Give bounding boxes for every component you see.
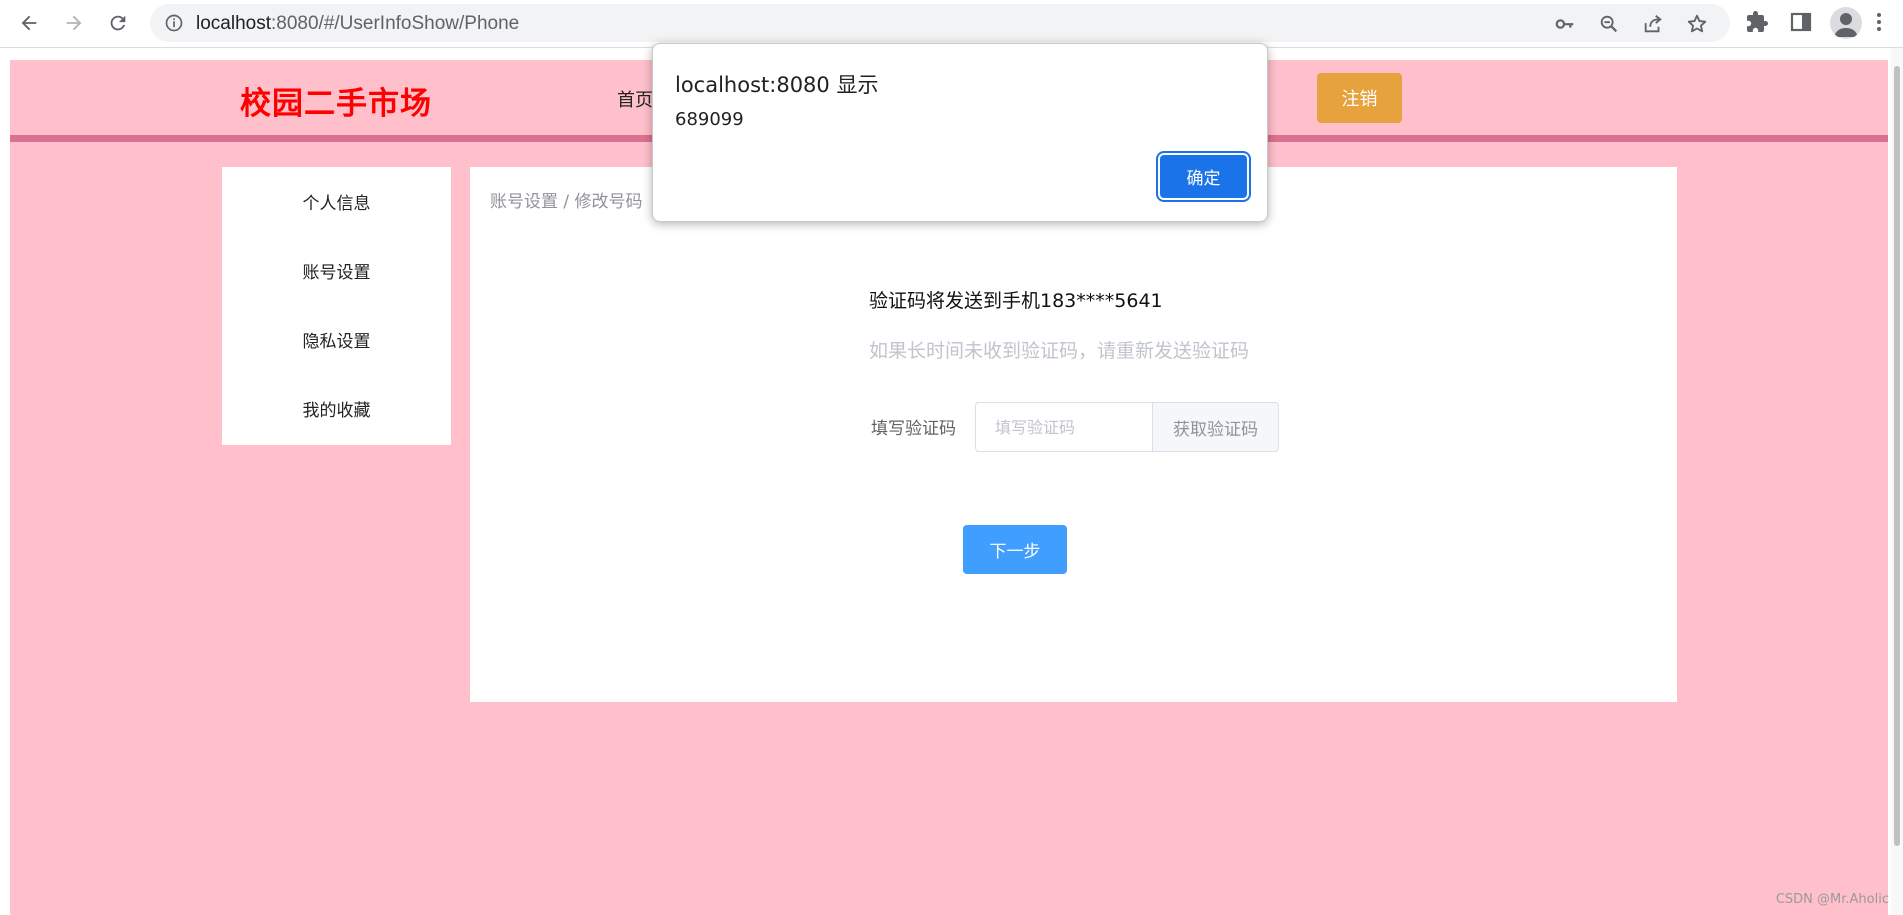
browser-toolbar: localhost:8080/#/UserInfoShow/Phone (0, 0, 1903, 48)
forward-icon[interactable] (57, 6, 91, 40)
dialog-title: localhost:8080 显示 (675, 73, 879, 97)
sidebar-menu: 个人信息 账号设置 隐私设置 我的收藏 (222, 167, 451, 445)
page-scrollbar[interactable] (1891, 48, 1903, 915)
code-input[interactable] (975, 402, 1152, 452)
sidebar-item-favorites[interactable]: 我的收藏 (222, 374, 451, 443)
key-icon[interactable] (1554, 13, 1576, 35)
logout-button[interactable]: 注销 (1317, 73, 1402, 123)
alert-dialog: localhost:8080 显示 689099 确定 (652, 43, 1268, 222)
profile-icon[interactable] (1830, 7, 1862, 39)
watermark: CSDN @Mr.Aholic (1775, 892, 1889, 907)
nav-home-link[interactable]: 首页 (617, 86, 653, 112)
dialog-message: 689099 (675, 109, 744, 130)
menu-icon[interactable] (1876, 10, 1886, 36)
back-icon[interactable] (12, 6, 46, 40)
sidebar-item-profile[interactable]: 个人信息 (222, 167, 451, 236)
code-label: 填写验证码 (871, 419, 956, 439)
code-input-group: 获取验证码 (975, 402, 1279, 452)
url-text[interactable]: localhost:8080/#/UserInfoShow/Phone (196, 13, 519, 35)
reload-icon[interactable] (101, 6, 135, 40)
next-step-button[interactable]: 下一步 (963, 525, 1067, 574)
breadcrumb: 账号设置 / 修改号码 (490, 192, 643, 212)
extensions-icon[interactable] (1745, 10, 1771, 36)
scrollbar-thumb[interactable] (1894, 66, 1900, 846)
info-icon[interactable] (164, 13, 184, 33)
address-bar[interactable]: localhost:8080/#/UserInfoShow/Phone (150, 4, 1730, 42)
site-logo[interactable]: 校园二手市场 (240, 78, 432, 123)
get-code-button[interactable]: 获取验证码 (1152, 402, 1279, 452)
star-icon[interactable] (1686, 13, 1708, 35)
zoom-icon[interactable] (1598, 13, 1620, 35)
sidebar-item-privacy[interactable]: 隐私设置 (222, 305, 451, 374)
sidepanel-icon[interactable] (1789, 10, 1815, 36)
dialog-ok-button[interactable]: 确定 (1160, 155, 1247, 198)
send-to-phone-text: 验证码将发送到手机183****5641 (869, 290, 1163, 312)
resend-hint: 如果长时间未收到验证码，请重新发送验证码 (869, 340, 1250, 362)
main-panel: 账号设置 / 修改号码 验证码将发送到手机183****5641 如果长时间未收… (470, 167, 1677, 702)
sidebar-item-account[interactable]: 账号设置 (222, 236, 451, 305)
share-icon[interactable] (1642, 13, 1664, 35)
